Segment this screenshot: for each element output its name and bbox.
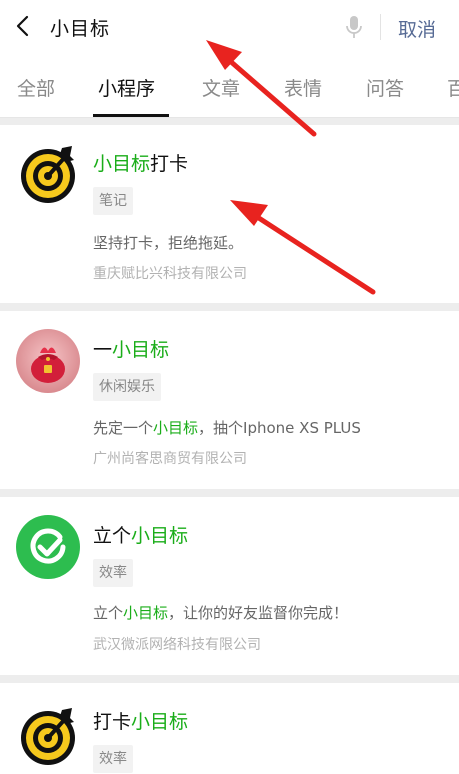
target-icon [21,146,75,203]
result-company: 重庆赋比兴科技有限公司 [93,266,247,282]
result-description: 立个小目标，让你的好友监督你完成！ [93,604,349,622]
search-header: 小目标 取消 [0,0,459,56]
target-icon [21,708,75,765]
result-description: 坚持打卡，拒绝拖延。 [93,234,244,252]
search-input[interactable]: 小目标 [50,14,110,41]
check-circle-icon [16,515,80,579]
category-tabs: 全部 小程序 文章 表情 问答 百 [0,56,459,118]
result-card[interactable]: 小目标打卡 笔记 坚持打卡，拒绝拖延。 重庆赋比兴科技有限公司 [0,125,459,303]
result-card[interactable]: 立个小目标 效率 立个小目标，让你的好友监督你完成！ 武汉微派网络科技有限公司 [0,497,459,675]
tab-all[interactable]: 全部 [17,74,55,101]
category-tag: 效率 [93,745,133,773]
tab-more[interactable]: 百 [447,74,459,101]
tab-articles[interactable]: 文章 [202,74,240,101]
category-tag: 效率 [93,559,133,587]
result-company: 武汉微派网络科技有限公司 [93,637,261,653]
cancel-button[interactable]: 取消 [398,15,436,42]
result-title: 一小目标 [93,339,170,361]
result-title: 小目标打卡 [93,153,189,175]
category-tag: 笔记 [93,187,133,215]
microphone-icon[interactable] [343,14,365,40]
header-divider [380,14,381,40]
category-tag: 休闲娱乐 [93,373,161,401]
back-arrow-icon[interactable] [10,12,38,40]
active-tab-indicator [93,114,169,117]
lucky-bag-icon [16,329,80,393]
result-title: 打卡小目标 [93,711,189,733]
search-results-page: 小目标 取消 全部 小程序 文章 表情 问答 百 小目标打卡 笔记 坚持打卡，拒 [0,0,459,774]
result-description: 先定一个小目标，抽个Iphone XS PLUS [93,419,361,437]
tab-qa[interactable]: 问答 [366,74,404,101]
result-card[interactable]: 一小目标 休闲娱乐 先定一个小目标，抽个Iphone XS PLUS 广州尚客思… [0,311,459,489]
result-company: 广州尚客思商贸有限公司 [93,451,247,467]
result-card[interactable]: 打卡小目标 效率 [0,683,459,774]
tab-mini-programs[interactable]: 小程序 [98,74,155,101]
tab-stickers[interactable]: 表情 [284,74,322,101]
result-title: 立个小目标 [93,525,189,547]
